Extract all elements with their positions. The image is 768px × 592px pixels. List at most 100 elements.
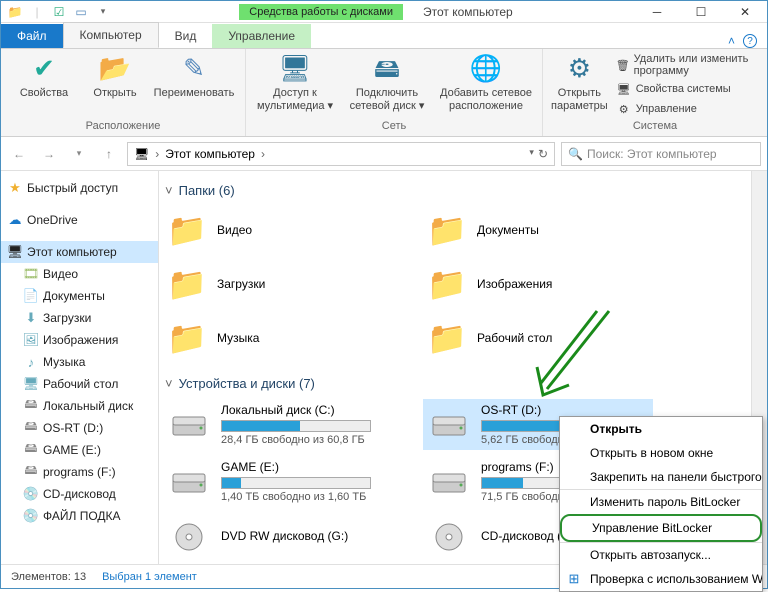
folder-desktop[interactable]: 📁Рабочий стол — [423, 314, 653, 362]
nav-back-button[interactable]: ← — [7, 142, 31, 166]
folder-icon: 📁 — [167, 264, 207, 304]
tree-downloads[interactable]: ⬇Загрузки — [1, 307, 158, 329]
nav-forward-button[interactable]: → — [37, 142, 61, 166]
tab-file[interactable]: Файл — [1, 24, 63, 48]
tree-music[interactable]: ♪Музыка — [1, 351, 158, 373]
ctx-manage-bitlocker[interactable]: Управление BitLocker — [560, 514, 762, 542]
minimize-button[interactable]: ─ — [635, 1, 679, 23]
section-folders-header[interactable]: ˅ Папки (6) — [165, 183, 747, 198]
map-drive-button[interactable]: 🖴 Подключить сетевой диск ▾ — [344, 53, 430, 112]
uninstall-icon: 🗑 — [616, 57, 630, 73]
folder-video[interactable]: 📁Видео — [163, 206, 393, 254]
section-drives-header[interactable]: ˅ Устройства и диски (7) — [165, 376, 747, 391]
drive-icon: 🖴 — [23, 398, 39, 414]
address-bar[interactable]: 🖥 › Этот компьютер › ▾ ↻ — [127, 142, 555, 166]
drive-name: Локальный диск (C:) — [221, 403, 389, 417]
folder-documents[interactable]: 📁Документы — [423, 206, 653, 254]
tree-this-pc[interactable]: 🖥Этот компьютер — [1, 241, 158, 263]
qat-new-icon[interactable]: ▭ — [73, 4, 89, 20]
tab-view[interactable]: Вид — [159, 24, 213, 48]
drive-item[interactable]: DVD RW дисковод (G:) — [163, 513, 393, 561]
tree-onedrive[interactable]: ☁OneDrive — [1, 209, 158, 231]
drive-item[interactable]: Локальный диск (C:) 28,4 ГБ свободно из … — [163, 399, 393, 450]
open-label: Открыть — [93, 87, 136, 100]
drive-icon — [427, 405, 471, 445]
tree-pictures[interactable]: 🖼Изображения — [1, 329, 158, 351]
tree-documents[interactable]: 📄Документы — [1, 285, 158, 307]
maximize-button[interactable]: ☐ — [679, 1, 723, 23]
ctx-defender-scan[interactable]: ⊞ Проверка с использованием Windows — [560, 567, 762, 591]
search-icon: 🔍 — [568, 147, 583, 161]
tree-video[interactable]: 🎞Видео — [1, 263, 158, 285]
ctx-change-bitlocker-password[interactable]: Изменить пароль BitLocker — [560, 489, 762, 514]
tree-osrt-d[interactable]: 🖴OS-RT (D:) — [1, 417, 158, 439]
tree-game-e[interactable]: 🖴GAME (E:) — [1, 439, 158, 461]
downloads-icon: ⬇ — [23, 310, 39, 326]
rename-icon: ✎ — [178, 53, 210, 85]
add-netloc-button[interactable]: 🌐 Добавить сетевое расположение — [438, 53, 534, 112]
nav-up-button[interactable]: ↑ — [97, 142, 121, 166]
tab-manage[interactable]: Управление — [212, 24, 311, 48]
search-placeholder: Поиск: Этот компьютер — [587, 147, 717, 161]
ctx-open[interactable]: Открыть — [560, 417, 762, 441]
breadcrumb-root[interactable]: Этот компьютер — [165, 147, 255, 161]
media-access-button[interactable]: 🖥 Доступ к мультимедиа ▾ — [254, 53, 336, 112]
sys-props-button[interactable]: 🖥 Свойства системы — [616, 81, 759, 97]
chevron-down-icon: ˅ — [165, 376, 173, 391]
tab-computer[interactable]: Компьютер — [63, 22, 159, 48]
drive-name: DVD RW дисковод (G:) — [221, 529, 389, 543]
folder-music[interactable]: 📁Музыка — [163, 314, 393, 362]
search-input[interactable]: 🔍 Поиск: Этот компьютер — [561, 142, 761, 166]
drive-icon: 🖴 — [23, 420, 39, 436]
folder-pictures[interactable]: 📁Изображения — [423, 260, 653, 308]
rename-button[interactable]: ✎ Переименовать — [151, 53, 237, 100]
map-drive-label: Подключить сетевой диск ▾ — [344, 87, 430, 112]
drive-icon — [427, 517, 471, 557]
qat-dropdown-icon[interactable]: ▾ — [95, 4, 111, 20]
tree-local-c[interactable]: 🖴Локальный диск — [1, 395, 158, 417]
tree-quick-access[interactable]: ★Быстрый доступ — [1, 177, 158, 199]
sys-manage-button[interactable]: ⚙ Управление — [616, 101, 759, 117]
drive-icon — [167, 462, 211, 502]
close-button[interactable]: ✕ — [723, 1, 767, 23]
ctx-pin-quick-access[interactable]: Закрепить на панели быстрого доступа — [560, 465, 762, 489]
map-drive-icon: 🖴 — [371, 53, 403, 85]
tree-programs-f[interactable]: 🖴programs (F:) — [1, 461, 158, 483]
chevron-right-icon: › — [261, 147, 265, 161]
status-count: Элементов: 13 — [11, 571, 86, 583]
folder-downloads[interactable]: 📁Загрузки — [163, 260, 393, 308]
props-icon: ✔ — [28, 53, 60, 85]
tree-cd[interactable]: 💿CD-дисковод — [1, 483, 158, 505]
drive-item[interactable]: GAME (E:) 1,40 ТБ свободно из 1,60 ТБ — [163, 456, 393, 507]
media-icon: 🖥 — [279, 53, 311, 85]
qat-props-icon[interactable]: ☑ — [51, 4, 67, 20]
status-selected: Выбран 1 элемент — [102, 571, 197, 583]
drive-icon — [427, 462, 471, 502]
drive-name: GAME (E:) — [221, 460, 389, 474]
tree-file-sub[interactable]: 💿ФАЙЛ ПОДКА — [1, 505, 158, 527]
tree-desktop[interactable]: 🖥Рабочий стол — [1, 373, 158, 395]
pictures-icon: 🖼 — [23, 332, 39, 348]
sys-props-icon: 🖥 — [616, 81, 632, 97]
star-icon: ★ — [7, 180, 23, 196]
props-button[interactable]: ✔ Свойства — [9, 53, 79, 100]
context-menu: Открыть Открыть в новом окне Закрепить н… — [559, 416, 763, 592]
uninstall-button[interactable]: 🗑 Удалить или изменить программу — [616, 53, 759, 77]
ctx-open-new-window[interactable]: Открыть в новом окне — [560, 441, 762, 465]
address-dropdown-icon[interactable]: ▾ — [529, 147, 534, 161]
props-label: Свойства — [20, 87, 68, 100]
open-params-button[interactable]: ⚙ Открыть параметры — [551, 53, 608, 112]
chevron-right-icon: › — [155, 147, 159, 161]
help-icon[interactable]: ? — [743, 34, 757, 48]
netloc-icon: 🌐 — [470, 53, 502, 85]
disc-icon: 💿 — [23, 486, 39, 502]
refresh-icon[interactable]: ↻ — [538, 147, 548, 161]
ribbon-expand-icon[interactable]: ˄ — [728, 34, 735, 48]
ctx-open-autoplay[interactable]: Открыть автозапуск... — [560, 542, 762, 567]
nav-history-dropdown[interactable]: ▾ — [67, 142, 91, 166]
navigation-tree[interactable]: ★Быстрый доступ ☁OneDrive 🖥Этот компьюте… — [1, 171, 159, 564]
drive-name: OS-RT (D:) — [481, 403, 649, 417]
open-button[interactable]: 📂 Открыть — [87, 53, 143, 100]
desktop-icon: 🖥 — [23, 376, 39, 392]
sys-manage-icon: ⚙ — [616, 101, 632, 117]
